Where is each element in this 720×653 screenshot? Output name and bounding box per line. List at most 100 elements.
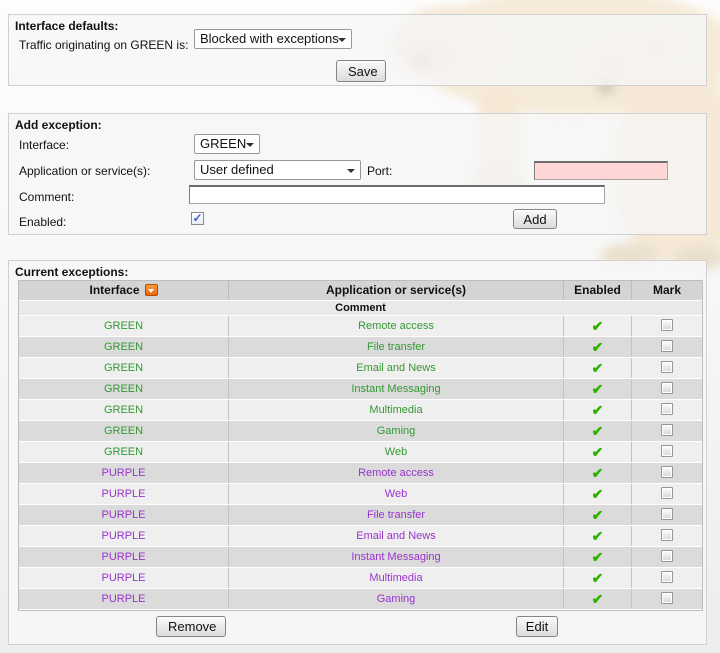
mark-checkbox[interactable] — [661, 487, 673, 499]
row-application: Web — [229, 442, 564, 462]
table-row: PURPLE Email and News ✔ — [19, 526, 702, 547]
enabled-check-icon: ✔ — [564, 442, 632, 462]
enabled-check-icon: ✔ — [564, 484, 632, 504]
port-label: Port: — [367, 164, 392, 178]
row-interface: GREEN — [19, 316, 229, 336]
column-header-interface[interactable]: Interface — [19, 281, 229, 300]
save-button[interactable]: Save — [336, 60, 386, 82]
enabled-check-icon: ✔ — [564, 568, 632, 588]
add-exception-panel: Add exception: Interface: GREEN Applicat… — [8, 113, 707, 235]
row-application: Multimedia — [229, 568, 564, 588]
traffic-default-value: Blocked with exceptions — [200, 31, 339, 46]
mark-checkbox[interactable] — [661, 403, 673, 415]
table-body: GREEN Remote access ✔ GREEN File transfe… — [19, 316, 702, 610]
row-interface: GREEN — [19, 400, 229, 420]
interface-defaults-title: Interface defaults: — [15, 19, 118, 33]
row-application: Remote access — [229, 316, 564, 336]
table-row: GREEN Remote access ✔ — [19, 316, 702, 337]
row-application: File transfer — [229, 505, 564, 525]
interface-defaults-panel: Interface defaults: Traffic originating … — [8, 14, 707, 86]
enabled-check-icon: ✔ — [564, 547, 632, 567]
mark-checkbox[interactable] — [661, 319, 673, 331]
row-interface: GREEN — [19, 358, 229, 378]
table-row: GREEN Web ✔ — [19, 442, 702, 463]
chevron-down-icon — [338, 38, 346, 42]
enabled-check-icon: ✔ — [564, 400, 632, 420]
row-interface: GREEN — [19, 337, 229, 357]
mark-checkbox[interactable] — [661, 445, 673, 457]
enabled-check-icon: ✔ — [564, 421, 632, 441]
current-exceptions-title: Current exceptions: — [15, 265, 128, 279]
chevron-down-icon — [246, 143, 254, 147]
mark-checkbox[interactable] — [661, 361, 673, 373]
column-header-mark[interactable]: Mark — [632, 281, 702, 300]
mark-checkbox[interactable] — [661, 571, 673, 583]
application-label: Application or service(s): — [19, 164, 150, 178]
row-interface: GREEN — [19, 442, 229, 462]
comment-subheader: Comment — [19, 301, 702, 316]
row-interface: PURPLE — [19, 547, 229, 567]
remove-button[interactable]: Remove — [156, 616, 226, 637]
row-application: Gaming — [229, 421, 564, 441]
enabled-check-icon: ✔ — [564, 358, 632, 378]
table-row: PURPLE Gaming ✔ — [19, 589, 702, 610]
add-exception-title: Add exception: — [15, 118, 102, 132]
row-application: Email and News — [229, 526, 564, 546]
mark-checkbox[interactable] — [661, 382, 673, 394]
row-application: Instant Messaging — [229, 379, 564, 399]
row-application: Remote access — [229, 463, 564, 483]
row-interface: PURPLE — [19, 568, 229, 588]
row-application: Email and News — [229, 358, 564, 378]
row-interface: PURPLE — [19, 589, 229, 609]
row-interface: GREEN — [19, 379, 229, 399]
interface-select[interactable]: GREEN — [194, 134, 260, 154]
enabled-check-icon: ✔ — [564, 337, 632, 357]
table-row: GREEN Instant Messaging ✔ — [19, 379, 702, 400]
enabled-check-icon: ✔ — [564, 589, 632, 609]
mark-checkbox[interactable] — [661, 424, 673, 436]
enabled-check-icon: ✔ — [564, 463, 632, 483]
interface-label: Interface: — [19, 138, 69, 152]
column-header-application[interactable]: Application or service(s) — [229, 281, 564, 300]
table-header-row: Interface Application or service(s) Enab… — [19, 281, 702, 301]
row-interface: PURPLE — [19, 463, 229, 483]
enabled-check-icon: ✔ — [564, 379, 632, 399]
comment-label: Comment: — [19, 190, 74, 204]
port-input[interactable] — [534, 161, 668, 180]
table-row: PURPLE Remote access ✔ — [19, 463, 702, 484]
chevron-down-icon — [347, 169, 355, 173]
row-interface: GREEN — [19, 421, 229, 441]
traffic-origin-label: Traffic originating on GREEN is: — [19, 38, 188, 52]
row-interface: PURPLE — [19, 484, 229, 504]
sort-descending-icon[interactable] — [145, 284, 158, 296]
enabled-check-icon: ✔ — [564, 316, 632, 336]
row-application: File transfer — [229, 337, 564, 357]
row-application: Web — [229, 484, 564, 504]
enabled-check-icon: ✔ — [564, 526, 632, 546]
comment-input[interactable] — [189, 185, 605, 204]
mark-checkbox[interactable] — [661, 592, 673, 604]
table-row: PURPLE Instant Messaging ✔ — [19, 547, 702, 568]
row-application: Gaming — [229, 589, 564, 609]
traffic-default-select[interactable]: Blocked with exceptions — [194, 29, 352, 49]
table-row: GREEN Multimedia ✔ — [19, 400, 702, 421]
row-interface: PURPLE — [19, 526, 229, 546]
application-select[interactable]: User defined — [194, 160, 361, 180]
application-select-value: User defined — [200, 162, 274, 177]
enabled-checkbox[interactable]: ✓ — [191, 212, 204, 225]
table-row: PURPLE File transfer ✔ — [19, 505, 702, 526]
table-row: GREEN Gaming ✔ — [19, 421, 702, 442]
edit-button[interactable]: Edit — [516, 616, 558, 637]
mark-checkbox[interactable] — [661, 529, 673, 541]
current-exceptions-panel: Current exceptions: Interface Applicatio… — [8, 260, 707, 645]
exceptions-table: Interface Application or service(s) Enab… — [18, 280, 703, 611]
enabled-label: Enabled: — [19, 215, 66, 229]
mark-checkbox[interactable] — [661, 550, 673, 562]
mark-checkbox[interactable] — [661, 508, 673, 520]
row-application: Multimedia — [229, 400, 564, 420]
mark-checkbox[interactable] — [661, 340, 673, 352]
column-header-enabled[interactable]: Enabled — [564, 281, 632, 300]
add-button[interactable]: Add — [513, 209, 557, 229]
table-row: GREEN File transfer ✔ — [19, 337, 702, 358]
mark-checkbox[interactable] — [661, 466, 673, 478]
